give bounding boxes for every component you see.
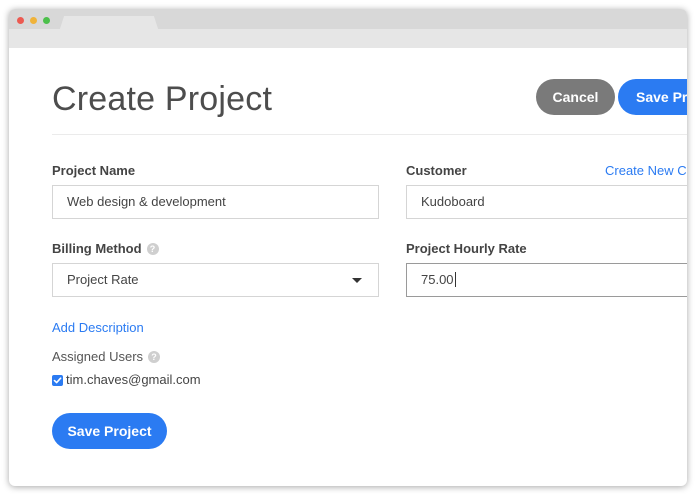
customer-input[interactable]: Kudoboard: [406, 185, 687, 219]
save-project-top-button[interactable]: Save Pro: [618, 79, 687, 115]
project-name-value: Web design & development: [67, 194, 226, 209]
browser-window: Create Project Cancel Save Pro Project N…: [9, 9, 687, 486]
browser-toolbar: [9, 29, 687, 48]
hourly-rate-input[interactable]: 75.00: [406, 263, 687, 297]
help-icon[interactable]: ?: [148, 351, 161, 363]
create-project-form: Create Project Cancel Save Pro Project N…: [9, 48, 687, 486]
header-divider: [52, 134, 687, 135]
page-title: Create Project: [52, 80, 273, 118]
user-checkbox[interactable]: [52, 375, 63, 386]
add-description-link[interactable]: Add Description: [52, 320, 144, 335]
maximize-window-icon[interactable]: [43, 17, 50, 24]
browser-tab[interactable]: [66, 16, 152, 29]
help-icon[interactable]: ?: [146, 243, 159, 255]
cancel-button[interactable]: Cancel: [536, 79, 615, 115]
project-name-input[interactable]: Web design & development: [52, 185, 379, 219]
customer-label: Customer: [406, 163, 467, 178]
assigned-users-label-text: Assigned Users: [52, 349, 144, 364]
create-new-customer-link[interactable]: Create New C: [605, 163, 687, 178]
close-window-icon[interactable]: [17, 17, 24, 24]
window-titlebar: [9, 9, 687, 29]
billing-method-label: Billing Method?: [52, 241, 159, 256]
checkmark-icon: [53, 377, 62, 384]
billing-method-select[interactable]: Project Rate: [52, 263, 379, 297]
chevron-down-icon: [352, 278, 362, 283]
minimize-window-icon[interactable]: [30, 17, 37, 24]
billing-method-label-text: Billing Method: [52, 241, 142, 256]
project-name-label: Project Name: [52, 163, 136, 178]
hourly-rate-value: 75.00: [421, 272, 454, 287]
customer-value: Kudoboard: [421, 194, 485, 209]
text-cursor: [454, 272, 456, 288]
save-project-button[interactable]: Save Project: [52, 413, 167, 449]
assigned-users-label: Assigned Users?: [52, 349, 161, 364]
billing-method-value: Project Rate: [67, 272, 139, 287]
hourly-rate-label: Project Hourly Rate: [406, 241, 527, 256]
user-email-label: tim.chaves@gmail.com: [66, 372, 201, 387]
